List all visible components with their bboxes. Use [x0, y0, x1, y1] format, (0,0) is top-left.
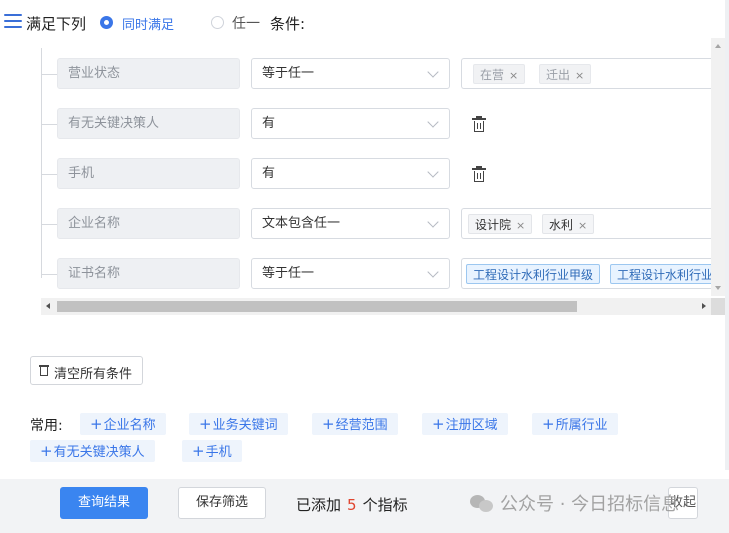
operator-select[interactable]: 有 — [251, 108, 450, 139]
condition-field[interactable]: 手机 — [57, 158, 240, 189]
value-select[interactable]: 设计院 × 水利 × — [461, 208, 721, 239]
chip-label: 注册区域 — [445, 418, 498, 433]
operator-value: 文本包含任一 — [262, 216, 341, 231]
tree-branch — [41, 74, 57, 75]
tree-line — [41, 48, 42, 278]
scroll-left-icon[interactable] — [46, 303, 50, 309]
common-chip[interactable]: +业务关键词 — [189, 413, 288, 435]
chip-label: 企业名称 — [103, 418, 156, 433]
save-filter-button[interactable]: 保存筛选 — [178, 487, 266, 519]
match-title: 满足下列 — [26, 15, 87, 33]
panel-border — [725, 0, 729, 470]
plus-icon: + — [40, 442, 53, 460]
tree-branch — [41, 224, 57, 225]
chevron-down-icon — [427, 166, 439, 178]
added-count: 5 — [347, 496, 357, 514]
watermark-text: 公众号 · 今日招标信息 — [500, 494, 680, 515]
common-chip[interactable]: +企业名称 — [80, 413, 166, 435]
condition-field[interactable]: 证书名称 — [57, 258, 240, 289]
radio-any-label[interactable]: 任一 — [232, 13, 260, 33]
chevron-down-icon — [427, 216, 439, 228]
radio-all-label[interactable]: 同时满足 — [122, 14, 174, 33]
plus-icon: + — [322, 415, 335, 433]
plus-icon: + — [542, 415, 555, 433]
radio-any[interactable] — [211, 16, 224, 29]
common-chip[interactable]: +经营范围 — [312, 413, 398, 435]
clear-all-button[interactable]: 清空所有条件 — [30, 356, 143, 385]
value-tag: 设计院 × — [468, 214, 533, 234]
chip-label: 手机 — [205, 445, 232, 460]
wechat-icon — [470, 493, 494, 513]
close-icon[interactable]: × — [516, 219, 525, 232]
trash-icon — [39, 364, 49, 376]
tag-label: 设计院 — [475, 218, 512, 232]
value-tag: 水利 × — [542, 214, 595, 234]
value-select[interactable]: 在营 × 迁出 × — [461, 58, 721, 89]
chevron-down-icon — [427, 116, 439, 128]
value-tag: 在营 × — [473, 64, 526, 84]
close-icon[interactable]: × — [578, 219, 587, 232]
operator-value: 等于任一 — [262, 266, 315, 281]
chevron-down-icon — [427, 266, 439, 278]
common-chip[interactable]: +有无关键决策人 — [30, 440, 155, 462]
tree-branch — [41, 174, 57, 175]
watermark: 公众号 · 今日招标信息 — [470, 490, 679, 516]
chip-label: 所属行业 — [555, 418, 608, 433]
radio-all[interactable] — [100, 16, 113, 29]
operator-value: 等于任一 — [262, 66, 315, 81]
added-count-text: 已添加 5 个指标 — [296, 494, 408, 515]
chip-label: 经营范围 — [335, 418, 388, 433]
condition-field[interactable]: 企业名称 — [57, 208, 240, 239]
tag-label: 迁出 — [546, 68, 571, 82]
horizontal-scrollbar[interactable] — [41, 298, 711, 315]
plus-icon: + — [432, 415, 445, 433]
vertical-scrollbar[interactable] — [711, 38, 725, 296]
conditions-label: 条件: — [270, 15, 306, 33]
plus-icon: + — [192, 442, 205, 460]
added-suffix: 个指标 — [362, 496, 408, 514]
trash-icon[interactable] — [472, 166, 486, 182]
operator-value: 有 — [262, 116, 276, 131]
common-chip[interactable]: +所属行业 — [532, 413, 618, 435]
value-tag: 工程设计水利行业 — [610, 264, 721, 284]
condition-field[interactable]: 有无关键决策人 — [57, 108, 240, 139]
operator-value: 有 — [262, 166, 276, 181]
operator-select[interactable]: 有 — [251, 158, 450, 189]
plus-icon: + — [90, 415, 103, 433]
chip-label: 业务关键词 — [212, 418, 278, 433]
common-label: 常用: — [30, 418, 63, 434]
scroll-corner — [711, 298, 725, 315]
operator-select[interactable]: 文本包含任一 — [251, 208, 450, 239]
close-icon[interactable]: × — [509, 69, 518, 82]
tree-branch — [41, 274, 57, 275]
condition-field[interactable]: 营业状态 — [57, 58, 240, 89]
chip-label: 有无关键决策人 — [53, 445, 145, 460]
value-tag: 迁出 × — [539, 64, 592, 84]
tag-label: 在营 — [480, 68, 505, 82]
value-tag: 工程设计水利行业甲级 — [466, 264, 601, 284]
added-prefix: 已添加 — [296, 496, 342, 514]
common-chip[interactable]: +注册区域 — [422, 413, 508, 435]
operator-select[interactable]: 等于任一 — [251, 258, 450, 289]
close-icon[interactable]: × — [575, 69, 584, 82]
scroll-up-icon[interactable] — [715, 44, 721, 48]
scroll-right-icon[interactable] — [702, 303, 706, 309]
clear-all-label: 清空所有条件 — [54, 367, 133, 382]
tag-label: 水利 — [549, 218, 574, 232]
menu-icon[interactable] — [4, 14, 22, 30]
scroll-thumb[interactable] — [57, 301, 577, 312]
tree-branch — [41, 124, 57, 125]
common-chip[interactable]: +手机 — [182, 440, 242, 462]
trash-icon[interactable] — [472, 116, 486, 132]
operator-select[interactable]: 等于任一 — [251, 58, 450, 89]
chevron-down-icon — [427, 66, 439, 78]
scroll-down-icon[interactable] — [715, 286, 721, 290]
query-button[interactable]: 查询结果 — [60, 487, 148, 519]
value-select[interactable]: 工程设计水利行业甲级 工程设计水利行业 — [461, 258, 721, 289]
plus-icon: + — [199, 415, 212, 433]
